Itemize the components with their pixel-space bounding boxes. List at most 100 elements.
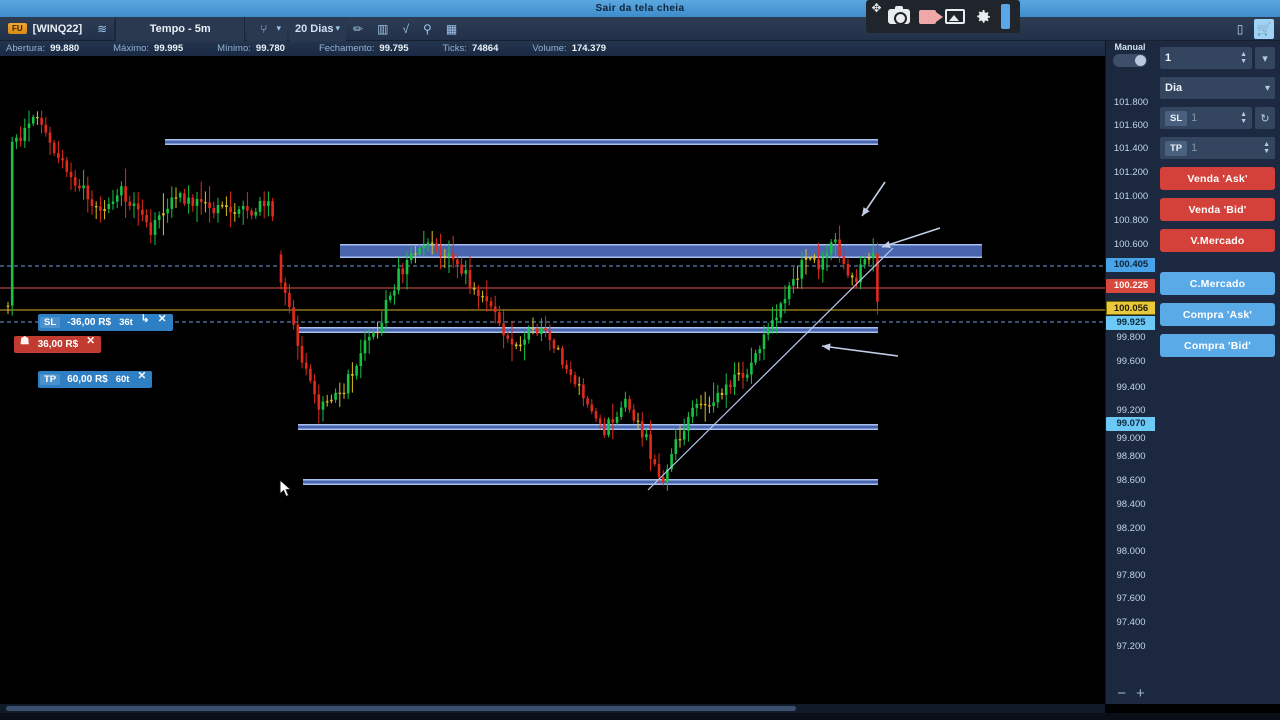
camera-icon[interactable]: [888, 6, 910, 27]
quantity-dropdown[interactable]: ▾: [1255, 47, 1275, 69]
take-profit-field[interactable]: TP 1 ▲ ▼: [1160, 137, 1275, 159]
exit-fullscreen-label: Sair da tela cheia: [595, 3, 685, 14]
move-icon[interactable]: ↳: [137, 307, 154, 330]
toggle-switch[interactable]: [1113, 54, 1147, 67]
close-icon[interactable]: ✕: [133, 364, 150, 387]
close-icon[interactable]: ✕: [82, 329, 99, 352]
axis-price-tag[interactable]: 99.925: [1106, 316, 1156, 330]
axis-tick: 101.600: [1113, 120, 1149, 131]
take-profit-ticks: 60t: [115, 374, 130, 385]
stop-loss-ticks: 36t: [119, 317, 133, 328]
take-profit-tag: TP: [1165, 140, 1188, 156]
video-icon[interactable]: [919, 7, 943, 27]
exit-fullscreen-bar[interactable]: Sair da tela cheia: [0, 0, 1280, 17]
quantity-stepper[interactable]: 1 ▲ ▼: [1160, 47, 1252, 69]
stop-loss-reset-icon[interactable]: ↻: [1255, 107, 1275, 129]
timeframe-label[interactable]: Tempo - 5m: [115, 16, 246, 41]
chevron-down-icon[interactable]: ▾: [1265, 83, 1270, 93]
candlestick-canvas: [0, 110, 1105, 491]
stop-loss-value: -36,00 R$: [67, 317, 112, 328]
axis-tick: 98.400: [1116, 499, 1146, 510]
validity-value: Dia: [1165, 82, 1183, 94]
search-icon[interactable]: ⚲: [416, 22, 439, 36]
window-bottom-edge: [0, 713, 1280, 720]
axis-price-tag[interactable]: 99.070: [1106, 417, 1156, 431]
info-item: Abertura: 99.880: [6, 43, 79, 54]
spinner-icon[interactable]: ▲ ▼: [1263, 141, 1270, 155]
axis-price-tag[interactable]: 100.056: [1106, 301, 1156, 315]
take-profit-marker[interactable]: TP 60,00 R$ 60t ✕: [38, 370, 153, 388]
gear-icon[interactable]: [974, 7, 992, 27]
gallery-icon[interactable]: [945, 7, 965, 27]
quote-info-strip: Abertura: 99.880 Máximo: 99.995 Mínimo: 99.…: [0, 41, 1105, 56]
stop-loss-tag: SL: [1165, 110, 1188, 126]
axis-tick: 100.600: [1113, 239, 1149, 250]
axis-tick: 101.000: [1113, 191, 1149, 202]
sell-bid-button[interactable]: Venda 'Bid': [1160, 198, 1275, 221]
axis-tick: 99.600: [1116, 356, 1146, 367]
spinner-icon[interactable]: ▲ ▼: [1240, 111, 1247, 125]
take-profit-value: 60,00 R$: [67, 374, 108, 385]
bars-icon[interactable]: ▥: [370, 22, 395, 36]
chart-toolbar: FU [WINQ22] ≋ Tempo - 5m ⑂ ▾ 20 Dias ▾ ✏…: [0, 16, 1280, 41]
zoom-controls: − +: [1108, 686, 1154, 701]
chevron-down-icon[interactable]: ▾: [276, 23, 281, 34]
axis-tick: 99.800: [1116, 332, 1146, 343]
axis-tick: 97.400: [1116, 617, 1146, 628]
indicator-icon[interactable]: √: [395, 22, 416, 36]
mouse-pointer: [279, 478, 293, 503]
take-profit-tag: TP: [40, 374, 61, 385]
axis-tick: 100.800: [1113, 215, 1149, 226]
chart-type-selector[interactable]: ⑂ ▾: [247, 16, 287, 41]
info-label: Mínimo:: [217, 43, 251, 54]
symbol-selector[interactable]: FU [WINQ22]: [0, 17, 90, 41]
axis-tick: 97.600: [1116, 593, 1146, 604]
spinner-icon[interactable]: ▲ ▼: [1240, 51, 1247, 65]
stop-loss-tag: SL: [40, 317, 61, 328]
quantity-row: 1 ▲ ▼ ▾: [1160, 47, 1275, 69]
stop-loss-field[interactable]: SL 1 ▲ ▼: [1160, 107, 1252, 129]
candlestick-icon[interactable]: ⑂: [253, 22, 274, 36]
axis-tick: 99.000: [1116, 433, 1146, 444]
stop-loss-value: 1: [1191, 112, 1198, 124]
panel-icon[interactable]: ▯: [1230, 19, 1250, 39]
price-chart[interactable]: SL -36,00 R$ 36t ↳ ✕ ☗ 36,00 R$ ✕ TP 60,…: [0, 56, 1105, 704]
info-value: 174.379: [571, 43, 607, 54]
sell-ask-button[interactable]: Venda 'Ask': [1160, 167, 1275, 190]
info-value: 74864: [471, 43, 499, 54]
chevron-down-icon[interactable]: ▾: [336, 23, 341, 34]
take-profit-value: 1: [1191, 142, 1198, 154]
validity-select[interactable]: Dia ▾: [1160, 77, 1275, 99]
price-axis[interactable]: 101.800 101.600 101.400 101.200 101.000 100.8…: [1105, 41, 1156, 704]
pin-icon[interactable]: ✥: [868, 1, 885, 16]
axis-tick: 98.000: [1116, 546, 1146, 557]
zoom-in-button[interactable]: +: [1136, 686, 1145, 701]
stop-loss-marker[interactable]: SL -36,00 R$ 36t ↳ ✕: [38, 313, 173, 331]
cart-icon[interactable]: 🛒: [1254, 18, 1274, 39]
axis-price-tag[interactable]: 100.225: [1106, 279, 1156, 293]
wave-icon[interactable]: ≋: [90, 22, 114, 36]
buy-ask-button[interactable]: Compra 'Ask': [1160, 303, 1275, 326]
instrument-type-badge: FU: [8, 23, 27, 34]
info-value: 99.995: [154, 43, 184, 54]
stop-loss-row: SL 1 ▲ ▼ ↻: [1160, 107, 1275, 129]
close-icon[interactable]: ✕: [154, 307, 171, 330]
info-value: 99.795: [379, 43, 409, 54]
period-selector[interactable]: 20 Dias ▾: [288, 16, 347, 41]
buy-market-button[interactable]: C.Mercado: [1160, 272, 1275, 295]
chart-hscrollbar[interactable]: [0, 704, 1105, 713]
info-label: Abertura:: [6, 43, 46, 54]
axis-price-tag[interactable]: 100.405: [1106, 258, 1156, 272]
sell-market-button[interactable]: V.Mercado: [1160, 229, 1275, 252]
manual-mode-toggle[interactable]: Manual: [1108, 42, 1152, 67]
position-marker[interactable]: ☗ 36,00 R$ ✕: [14, 335, 102, 353]
axis-tick: 97.800: [1116, 570, 1146, 581]
window-icon[interactable]: ▦: [439, 22, 464, 36]
axis-tick: 97.200: [1116, 641, 1146, 652]
scroll-thumb[interactable]: [6, 706, 796, 711]
info-item: Máximo: 99.995: [113, 43, 183, 54]
buy-bid-button[interactable]: Compra 'Bid': [1160, 334, 1275, 357]
zoom-out-button[interactable]: −: [1117, 686, 1126, 701]
manual-label: Manual: [1114, 42, 1146, 52]
pencil-icon[interactable]: ✏: [346, 22, 370, 36]
